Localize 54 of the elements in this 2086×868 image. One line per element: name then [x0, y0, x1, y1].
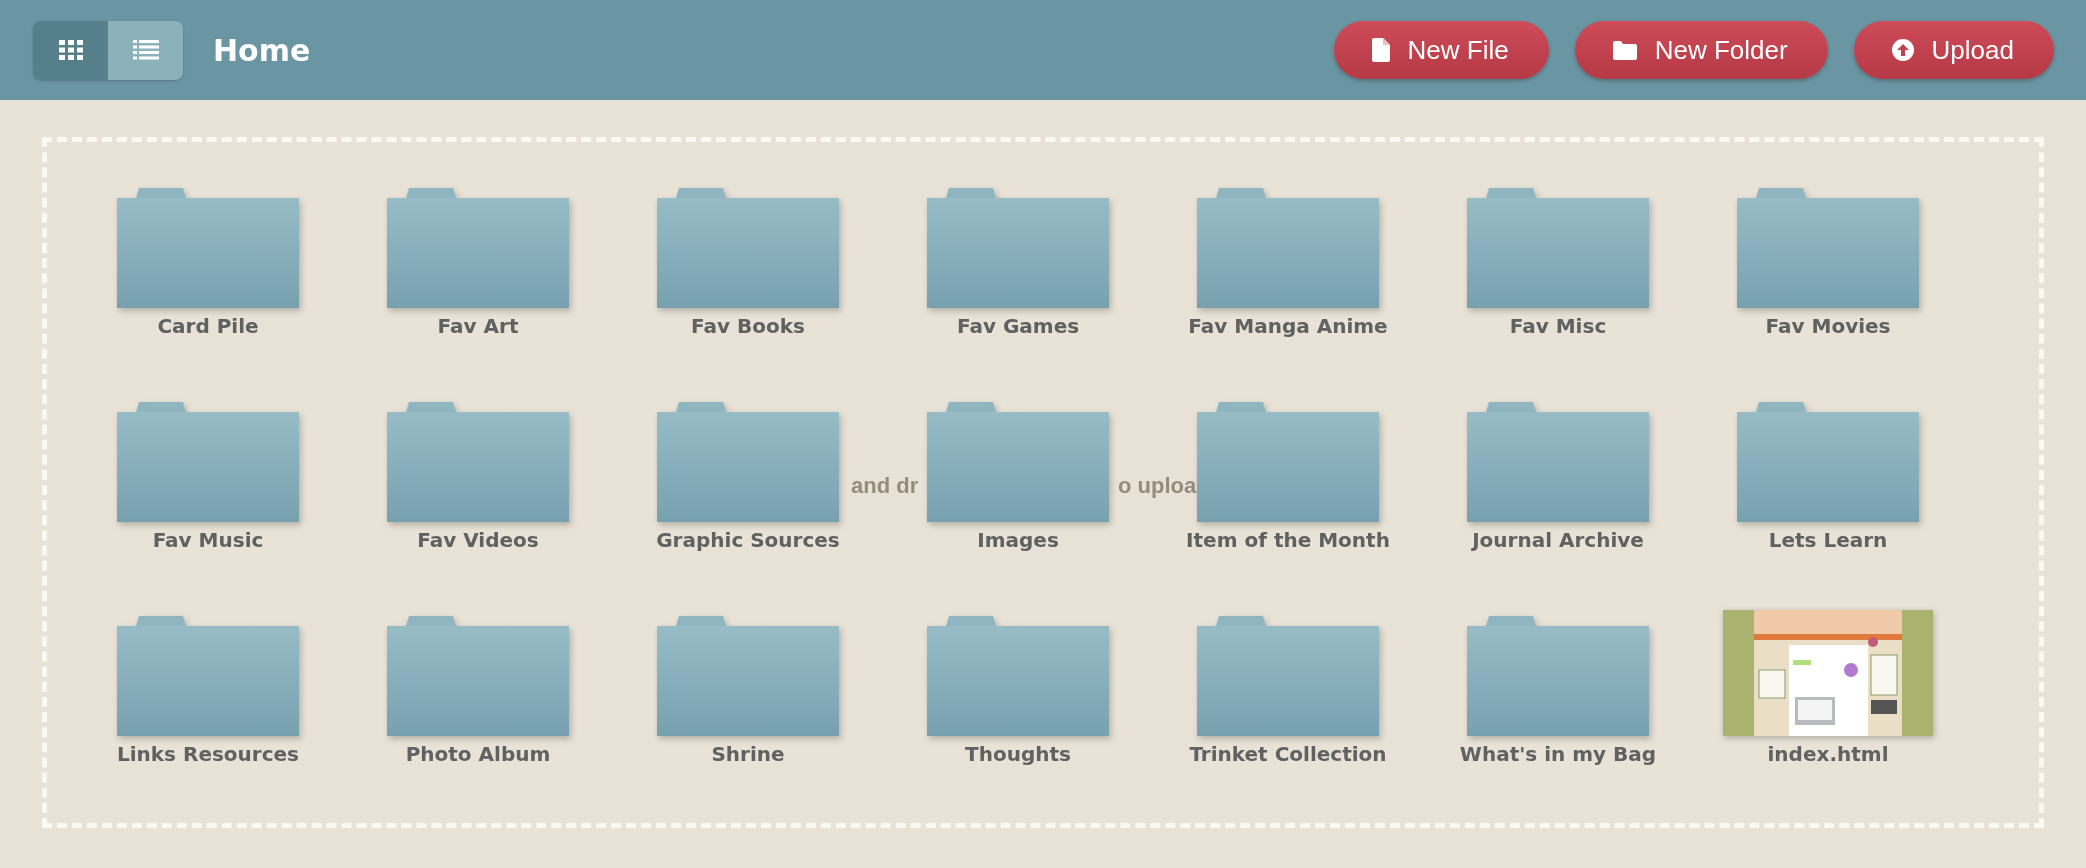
folder-name[interactable]: Fav Art: [437, 314, 519, 338]
folder-icon: [1467, 188, 1649, 308]
folder-name[interactable]: Fav Music: [152, 528, 264, 552]
folder-icon: [387, 616, 569, 736]
page-title: Home: [213, 32, 312, 68]
folder-name[interactable]: Thoughts: [965, 742, 1071, 766]
list-view-button[interactable]: [108, 20, 183, 80]
folder-icon: [927, 188, 1109, 308]
folder-name[interactable]: Fav Manga Anime: [1188, 314, 1388, 338]
folder-name[interactable]: Fav Books: [691, 314, 805, 338]
folder-icon: [927, 616, 1109, 736]
folder-icon: [657, 402, 839, 522]
folder-name[interactable]: Photo Album: [405, 742, 551, 766]
file-name[interactable]: index.html: [1767, 742, 1889, 766]
upload-icon: [1891, 39, 1914, 61]
folder-icon: [1197, 188, 1379, 308]
folder-icon: [657, 616, 839, 736]
drop-hint: and dr: [851, 473, 919, 499]
folder-name[interactable]: Fav Videos: [417, 528, 539, 552]
list-view-icon: [132, 40, 159, 60]
folder-name[interactable]: Fav Games: [956, 314, 1080, 338]
folder-name[interactable]: Item of the Month: [1186, 528, 1390, 552]
folder-icon: [657, 188, 839, 308]
file-icon: [1371, 38, 1390, 62]
folder-icon: [1197, 616, 1379, 736]
folder-name[interactable]: Fav Misc: [1509, 314, 1607, 338]
folder-icon: [117, 188, 299, 308]
folder-name[interactable]: Card Pile: [157, 314, 259, 338]
folder-icon: [1737, 402, 1919, 522]
folder-name[interactable]: Images: [977, 528, 1059, 552]
folder-icon: [927, 402, 1109, 522]
folder-name[interactable]: Journal Archive: [1472, 528, 1644, 552]
folder-name[interactable]: Links Resources: [116, 742, 299, 766]
folder-icon: [387, 402, 569, 522]
folder-name[interactable]: Lets Learn: [1768, 528, 1888, 552]
folder-name[interactable]: Graphic Sources: [656, 528, 840, 552]
folder-name[interactable]: Trinket Collection: [1189, 742, 1387, 766]
folder-icon: [1467, 616, 1649, 736]
folder-name[interactable]: What's in my Bag: [1459, 742, 1657, 766]
folder-icon: [1612, 40, 1637, 60]
grid-view-icon: [58, 40, 83, 60]
folder-name[interactable]: Fav Movies: [1765, 314, 1891, 338]
folder-icon: [1737, 188, 1919, 308]
grid-view-button[interactable]: [33, 20, 108, 80]
upload-button[interactable]: Upload: [1853, 21, 2054, 79]
folder-icon: [1467, 402, 1649, 522]
folder-icon: [117, 402, 299, 522]
new-folder-button[interactable]: New Folder: [1574, 21, 1828, 79]
folder-icon: [117, 616, 299, 736]
folder-icon: [387, 188, 569, 308]
new-file-button[interactable]: New File: [1333, 21, 1549, 79]
folder-icon: [1197, 402, 1379, 522]
drop-hint: o uploa: [1118, 473, 1197, 499]
folder-name[interactable]: Shrine: [711, 742, 785, 766]
